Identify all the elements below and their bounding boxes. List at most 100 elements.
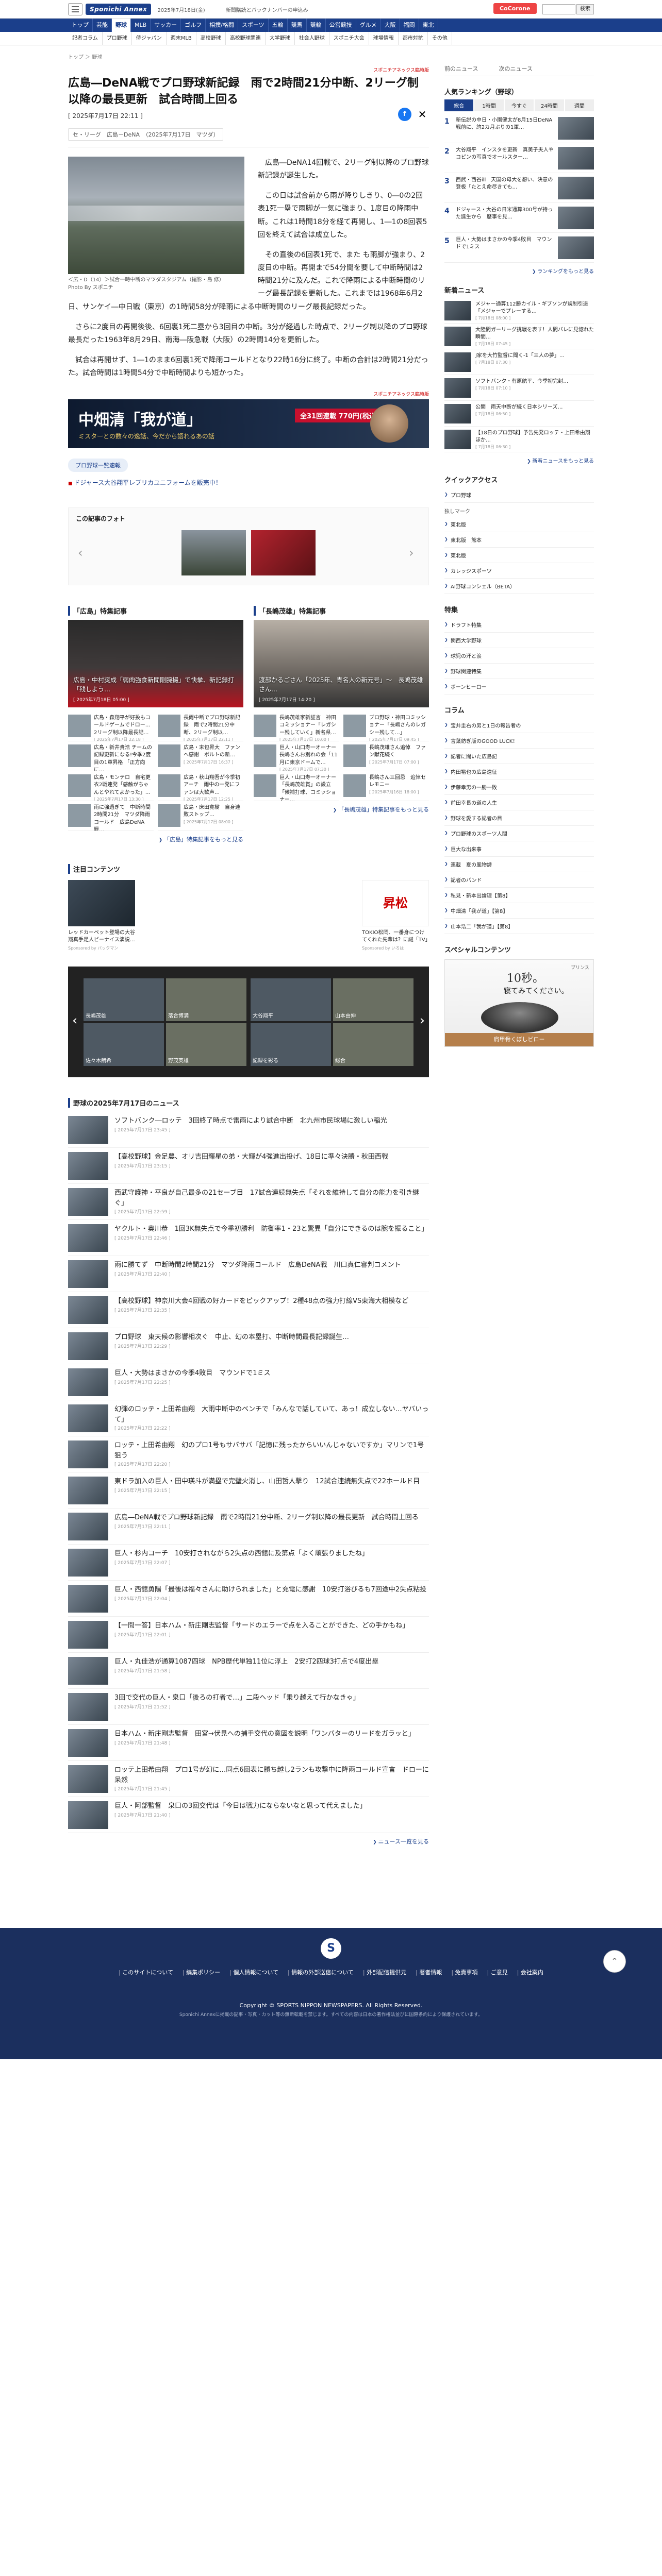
breadcrumb[interactable]: トップ ＞ 野球 xyxy=(68,53,429,60)
feature-more-link[interactable]: 「長嶋茂雄」特集記事をもっと見る xyxy=(254,805,429,814)
pillow-ad[interactable]: プリンス 10秒。 寝てみてください。 肩甲骨くぼしピロー xyxy=(444,959,594,1047)
photo-thumb[interactable] xyxy=(181,530,246,575)
news-list-more[interactable]: ニュース一覧を見る xyxy=(68,1837,429,1845)
menu-icon[interactable] xyxy=(68,3,82,15)
news-row[interactable]: ヤクルト・奥川恭 1回3K無失点で今季初勝利 防御率1・23と驚異「自分にできる… xyxy=(68,1220,429,1257)
news-row[interactable]: 【一問一答】日本ハム・新庄剛志監督「サードのエラーで点を入ることができた、どの手… xyxy=(68,1617,429,1653)
subnav-item[interactable]: 高校野球 xyxy=(196,32,226,45)
feature-hero[interactable]: 広島・中村奨成「弱肉強食新聞剛腕撮」で快挙、新記録打 「残しよう… [ 2025… xyxy=(68,619,243,707)
news-row[interactable]: 【高校野球】神奈川大会4回戦の好カードをピックアップ！2種48点の強力打線VS東… xyxy=(68,1292,429,1329)
columns-link[interactable]: 記者に聞いた広島記 xyxy=(444,749,594,764)
cocorone-banner[interactable]: CoCorone xyxy=(493,3,537,14)
news-row[interactable]: 【高校野球】金足農、オリ吉田輝星の弟・大輝が4強進出投げ、18日に準々決勝・秋田… xyxy=(68,1148,429,1184)
news-row[interactable]: 幻弾のロッテ・上田希由翔 大雨中断中のベンチで「みんなで話していて、あっ！成立し… xyxy=(68,1400,429,1437)
feature-item[interactable]: 広島・モンテロ 自宅更衣2戦連発「感触がちゃんとやれてよかった」… [ 2025年… xyxy=(68,771,154,801)
gnav-item[interactable]: スポーツ xyxy=(238,19,269,32)
footer-link[interactable]: 著者情報 xyxy=(416,1968,442,1976)
feature-item[interactable]: 長雨中断でプロ野球新記録 雨で2時間21分中断、2リーグ制以…[ 2025年7月… xyxy=(158,711,243,741)
gnav-item[interactable]: サッカー xyxy=(151,19,181,32)
chevron-right-icon[interactable]: › xyxy=(420,1013,425,1028)
subnav-item[interactable]: 週末MLB xyxy=(167,32,196,45)
feature-item[interactable]: 広島・床田寛樹 自身連敗ストップ…[ 2025年7月17日 08:00 ] xyxy=(158,801,243,831)
news-row[interactable]: ソフトバンク―ロッテ 3回終了時点で雷雨により試合中断 北九州市民球場に激しい稲… xyxy=(68,1112,429,1148)
side-news-item[interactable]: 公開 雨天中断が続く日本シリーズ… [ 7月18日 06:50 ] xyxy=(444,401,594,427)
feature-item[interactable]: 巨人・山口寿一オーナー 長嶋さんお別れの会「11月に東京ドームで…[ 2025年… xyxy=(254,741,339,771)
columns-link[interactable]: 言葉紡ぎ版のGOOD LUCK！ xyxy=(444,733,594,749)
game-tag[interactable]: セ・リーグ 広島－DeNA （2025年7月17日 マツダ） xyxy=(68,128,224,141)
feature-item[interactable]: 長嶋茂雄さん追悼 ファン献花続く[ 2025年7月17日 07:00 ] xyxy=(343,741,429,771)
gnav-item[interactable]: 福岡 xyxy=(400,19,419,32)
ranking-tab[interactable]: 総合 xyxy=(444,99,474,111)
carousel-card[interactable]: 総合 xyxy=(333,1023,413,1066)
carousel-card[interactable]: 記録を彩る xyxy=(251,1023,331,1066)
side-news-item[interactable]: 大陸間ガーリーグ挑戦を表す！人間バレに見惚れた瞬間… [ 7月18日 07:45 … xyxy=(444,324,594,349)
feature-more-link[interactable]: 「広島」特集記事をもっと見る xyxy=(68,835,243,843)
footer-link[interactable]: 外部配信提供元 xyxy=(363,1968,406,1976)
ranking-item[interactable]: 2 大谷翔平 インスタを更新 真美子夫人やコピンの写真でオールスター… xyxy=(444,143,594,173)
chevron-right-icon[interactable]: › xyxy=(409,546,419,560)
gnav-item[interactable]: 公営競技 xyxy=(326,19,356,32)
footer-link[interactable]: 編集ポリシー xyxy=(183,1968,220,1976)
subnav-item[interactable]: 球場情報 xyxy=(369,32,399,45)
footer-link[interactable]: 免責事項 xyxy=(451,1968,478,1976)
feature-item[interactable]: 広島・新井貴浩 チームの記録更新になる!今季2度目の1軍昇格 「正方向に…[ 2… xyxy=(68,741,154,771)
x-share-icon[interactable]: ✕ xyxy=(416,107,429,121)
bookmarks-link[interactable]: 東北版 熊本 xyxy=(444,532,594,548)
footer-logo-icon[interactable]: S xyxy=(321,1938,341,1959)
chevron-left-icon[interactable]: ‹ xyxy=(78,546,88,560)
news-row[interactable]: 東ドラ加入の巨人・田中瑛斗が満塁で完璧火消し、山田哲人撃り 12試合連続無失点で… xyxy=(68,1472,429,1509)
gnav-item[interactable]: 競輪 xyxy=(307,19,326,32)
subscription-link[interactable]: 新聞購読とバックナンバーの申込み xyxy=(226,6,308,13)
carousel-card[interactable]: 野茂英雄 xyxy=(166,1023,246,1066)
ranking-more[interactable]: ランキングをもっと見る xyxy=(444,267,594,275)
footer-link[interactable]: 情報の外部送信について xyxy=(288,1968,354,1976)
news-row[interactable]: 広島―DeNA戦でプロ野球新記録 雨で2時間21分中断、2リーグ制以降の最長更新… xyxy=(68,1509,429,1545)
subnav-item[interactable]: 都市対抗 xyxy=(399,32,428,45)
next-news-link[interactable]: 次のニュース xyxy=(499,64,532,73)
news-row[interactable]: 日本ハム・新庄剛志監督 田宮→伏見への捕手交代の意図を説明「ワンバターのリードを… xyxy=(68,1725,429,1761)
specials-link[interactable]: 野球関連特集 xyxy=(444,664,594,679)
columns-link[interactable]: 宝井圭右の男と1日の報告者の xyxy=(444,718,594,733)
chevron-left-icon[interactable]: ‹ xyxy=(72,1013,77,1028)
ranking-item[interactable]: 3 西武・西谷ill 天国の母大を想い、決意の登板「たとえ命尽きても… xyxy=(444,173,594,203)
quick-link[interactable]: プロ野球 xyxy=(444,487,594,503)
subnav-item[interactable]: 記者コラム xyxy=(68,32,103,45)
news-row[interactable]: ロッテ・上田希由翔 幻のプロ1号もサバサバ「記憶に残ったからいいんじゃないですか… xyxy=(68,1436,429,1473)
feature-item[interactable]: 広島・末包昇大 ファンへ感謝 ボルトの新…[ 2025年7月17日 16:37 … xyxy=(158,741,243,771)
news-row[interactable]: ロッテ上田希由翔 プロ1号が幻に…同点6回表に勝ち越し2ランも攻撃中に降雨コール… xyxy=(68,1761,429,1798)
bookmarks-link[interactable]: 東北版 xyxy=(444,548,594,563)
specials-link[interactable]: ボーンヒーロー xyxy=(444,679,594,694)
feature-hero[interactable]: 渡部かるごさん「2025年、青名人の新元号」～ 長嶋茂雄さん… [ 2025年7… xyxy=(254,619,429,707)
gnav-item[interactable]: 相撲/格闘 xyxy=(206,19,238,32)
ranking-item[interactable]: 5 巨人・大勢はまさかの今季4敗目 マウンドで1ミス xyxy=(444,233,594,263)
search-input[interactable] xyxy=(542,4,575,14)
feature-item[interactable]: 巨人・山口寿一オーナー「長嶋茂雄賞」の設立「候補打球、コミッショナー…[ 202… xyxy=(254,771,339,801)
columns-link[interactable]: 内田裕也の広島遠征 xyxy=(444,764,594,779)
specials-link[interactable]: 球児の汗と涙 xyxy=(444,648,594,664)
gnav-item[interactable]: 競馬 xyxy=(288,19,307,32)
subnav-item[interactable]: スポニチ大会 xyxy=(329,32,369,45)
sponsored-card[interactable]: 昇松 TOKIO松岡、一番身につけてくれた先輩は？に謎「TV」 Sponsore… xyxy=(362,879,431,952)
subnav-item[interactable]: 侍ジャパン xyxy=(132,32,167,45)
feature-item[interactable]: 広島・秋山翔吾が今季初アーチ 雨中の一発にファンは大歓声… [ 2025年7月17… xyxy=(158,771,243,801)
bookmarks-link[interactable]: 東北版 xyxy=(444,517,594,532)
back-to-top-icon[interactable]: ⌃ xyxy=(603,1950,626,1973)
ranking-item[interactable]: 4 ドジャース・大谷の日米通算300号が持った誕生から 歴事を見… xyxy=(444,203,594,233)
ranking-tab[interactable]: 今すぐ xyxy=(504,99,534,111)
subnav-item[interactable]: その他 xyxy=(428,32,452,45)
columns-link[interactable]: 前田幸長の道の人生 xyxy=(444,795,594,810)
footer-link[interactable]: 個人情報について xyxy=(229,1968,278,1976)
specials-link[interactable]: 関西大学野球 xyxy=(444,633,594,648)
side-news-item[interactable]: J家を大竹監督に聞く-1「三人の夢」…[ 7月18日 07:30 ] xyxy=(444,349,594,375)
news-row[interactable]: プロ野球 東天候の影響相次ぐ 中止、幻の本塁打、中断時間最長記録誕生… [ 202… xyxy=(68,1328,429,1365)
nakahata-banner[interactable]: スポニチアネックス臨時版 中畑清「我が道」 ミスターとの数々の逸話、今だから語れ… xyxy=(68,391,429,448)
gnav-item[interactable]: 五輪 xyxy=(269,19,288,32)
footer-link[interactable]: ご意見 xyxy=(487,1968,508,1976)
carousel-card[interactable]: 落合博満 xyxy=(166,978,246,1021)
gnav-item[interactable]: ゴルフ xyxy=(181,19,206,32)
search-button[interactable]: 検索 xyxy=(576,4,594,14)
bookmarks-link[interactable]: AI野球コンシェル（BETA） xyxy=(444,579,594,594)
news-row[interactable]: 雨に勝てず 中断時間2時間21分 マツダ降雨コールド 広島DeNA戦 川口真仁審… xyxy=(68,1256,429,1293)
ranking-tab[interactable]: 1時間 xyxy=(474,99,504,111)
article-photo[interactable]: ＜広・D（14）＞試合一時中断のマツダスタジアム（撮影・島 修） Photo B… xyxy=(68,156,244,292)
